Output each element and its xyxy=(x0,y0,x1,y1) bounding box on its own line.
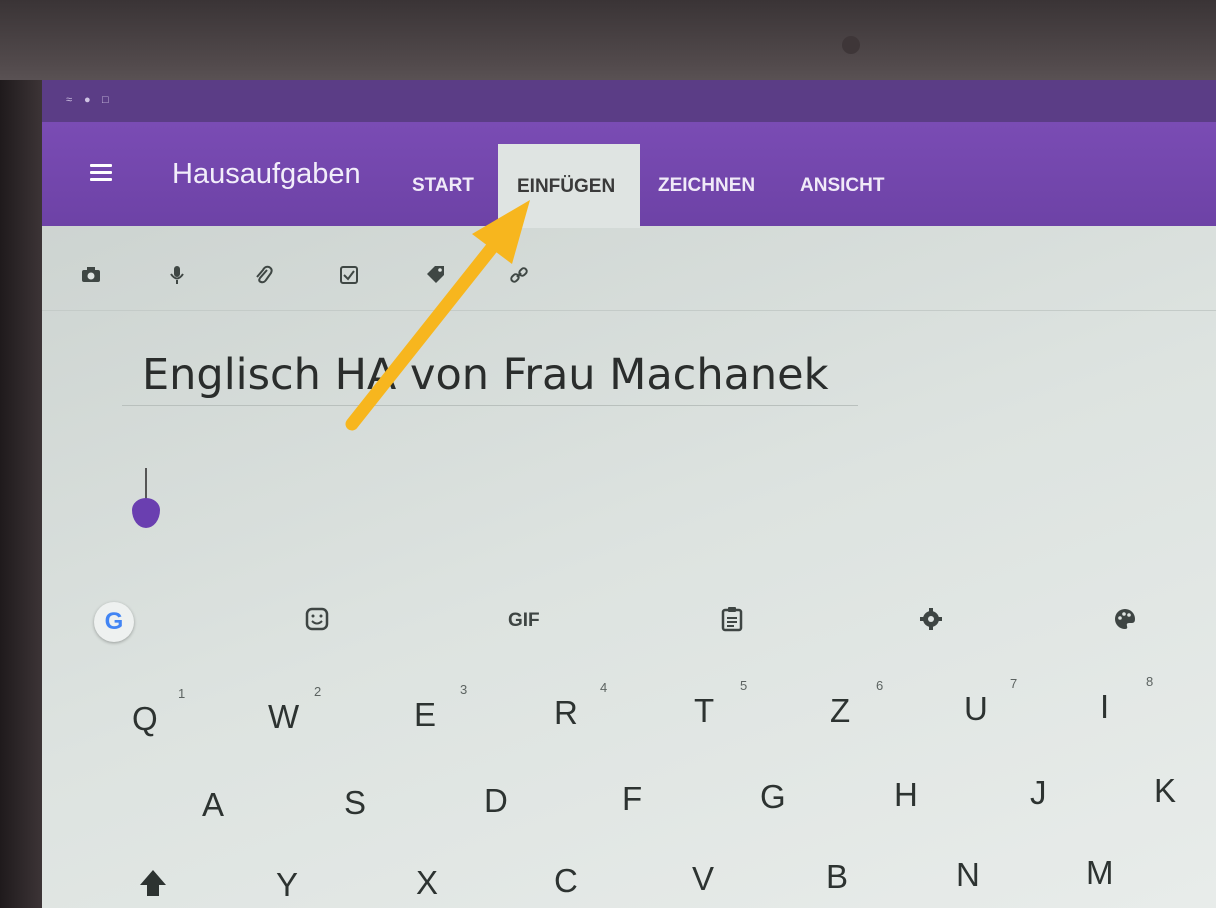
tab-start[interactable]: START xyxy=(412,175,474,197)
key-t[interactable]: T5 xyxy=(694,678,747,730)
mail-icon: □ xyxy=(102,94,109,106)
note-title[interactable]: Englisch HA von Frau Machanek xyxy=(142,350,829,400)
tab-ansicht[interactable]: ANSICHT xyxy=(800,175,884,197)
theme-palette-icon[interactable] xyxy=(1112,606,1138,638)
key-r[interactable]: R4 xyxy=(554,680,607,732)
clipboard-icon[interactable] xyxy=(720,606,744,638)
camera-lens xyxy=(842,36,860,54)
key-m[interactable]: M xyxy=(1086,854,1114,892)
key-h[interactable]: H xyxy=(894,776,918,814)
text-cursor xyxy=(145,468,147,502)
key-j[interactable]: J xyxy=(1030,774,1047,812)
settings-gear-icon[interactable] xyxy=(918,606,944,638)
insert-ribbon xyxy=(42,226,1216,311)
key-z[interactable]: Z6 xyxy=(830,678,883,730)
tab-zeichnen[interactable]: ZEICHNEN xyxy=(658,175,755,197)
key-y[interactable]: Y xyxy=(276,866,298,904)
sticker-icon[interactable] xyxy=(304,606,330,638)
wifi-icon: ≈ xyxy=(66,94,73,106)
shift-key[interactable] xyxy=(136,866,170,900)
paperclip-icon[interactable] xyxy=(252,264,274,286)
tablet-screen: ≈ ● □ Hausaufgaben START EINFÜGEN ZEICHN… xyxy=(42,80,1216,908)
key-q[interactable]: Q1 xyxy=(132,686,185,738)
gif-button[interactable]: GIF xyxy=(508,610,540,632)
checkbox-icon[interactable] xyxy=(338,264,360,286)
key-d[interactable]: D xyxy=(484,782,508,820)
device-frame-top xyxy=(0,0,1216,92)
link-icon[interactable] xyxy=(508,264,530,286)
key-x[interactable]: X xyxy=(416,864,438,902)
key-g[interactable]: G xyxy=(760,778,786,816)
notebook-title: Hausaufgaben xyxy=(172,158,361,190)
key-k[interactable]: K xyxy=(1154,772,1176,810)
key-c[interactable]: C xyxy=(554,862,578,900)
device-frame-left xyxy=(0,80,42,908)
camera-icon[interactable] xyxy=(80,264,102,286)
key-a[interactable]: A xyxy=(202,786,224,824)
key-f[interactable]: F xyxy=(622,780,642,818)
key-i[interactable]: I8 xyxy=(1100,674,1153,726)
cursor-handle[interactable] xyxy=(132,498,160,528)
key-u[interactable]: U7 xyxy=(964,676,1017,728)
key-s[interactable]: S xyxy=(344,784,366,822)
key-b[interactable]: B xyxy=(826,858,848,896)
hamburger-menu-icon[interactable] xyxy=(90,164,112,182)
shield-icon: ● xyxy=(84,94,91,106)
keyboard-toolbar: GIF xyxy=(42,592,1216,652)
key-n[interactable]: N xyxy=(956,856,980,894)
title-underline xyxy=(122,405,858,406)
tab-einfuegen-label: EINFÜGEN xyxy=(517,176,616,197)
status-bar: ≈ ● □ xyxy=(42,80,1216,122)
tag-icon[interactable] xyxy=(424,264,446,286)
tab-einfuegen[interactable]: EINFÜGEN xyxy=(498,144,640,228)
key-w[interactable]: W2 xyxy=(268,684,321,736)
microphone-icon[interactable] xyxy=(166,264,188,286)
key-v[interactable]: V xyxy=(692,860,714,898)
key-e[interactable]: E3 xyxy=(414,682,467,734)
